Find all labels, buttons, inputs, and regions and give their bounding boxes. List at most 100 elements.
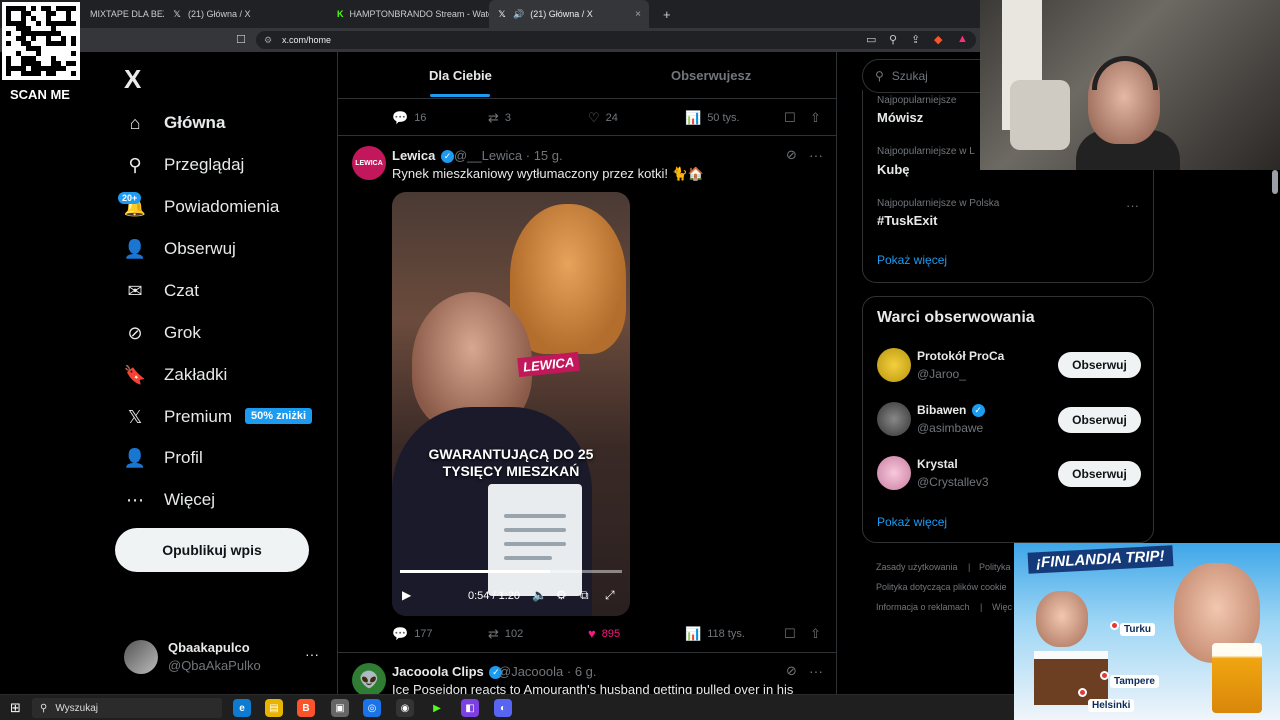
repost-button[interactable]: ⇄ 102 bbox=[488, 626, 523, 642]
edge-icon[interactable]: e bbox=[233, 699, 251, 717]
footer-link[interactable]: Polityka dotycząca plików cookie bbox=[876, 582, 1007, 592]
file-explorer-icon[interactable]: ▤ bbox=[265, 699, 283, 717]
user-name[interactable]: Qbaakapulco bbox=[168, 640, 250, 655]
new-tab-button[interactable]: + bbox=[663, 7, 671, 22]
share-button[interactable]: ⇧ bbox=[810, 626, 821, 642]
footer-link[interactable]: Informacja o reklamach bbox=[876, 602, 970, 612]
nav-chat[interactable]: ✉ Czat bbox=[124, 273, 199, 309]
footer-link[interactable]: Więc bbox=[992, 602, 1012, 612]
suggestion-name[interactable]: Bibawen ✓ bbox=[917, 403, 985, 418]
trend-item[interactable]: Kubę bbox=[877, 162, 910, 177]
app-icon[interactable]: ▣ bbox=[331, 699, 349, 717]
nav-notifications[interactable]: 🔔 Powiadomienia bbox=[124, 189, 280, 225]
trend-more-icon[interactable]: ··· bbox=[1126, 198, 1139, 213]
suggestion-name[interactable]: Protokół ProCa bbox=[917, 349, 1004, 363]
tweet-time[interactable]: 6 g. bbox=[575, 664, 597, 679]
suggestion-name[interactable]: Krystal bbox=[917, 457, 958, 471]
brave-rewards-icon[interactable]: ▲ bbox=[957, 33, 968, 45]
author-name: Jacooola Clips bbox=[392, 664, 484, 679]
account-menu-icon[interactable]: ··· bbox=[305, 646, 319, 662]
chrome-icon[interactable]: ◎ bbox=[363, 699, 381, 717]
twitch-icon[interactable]: ◧ bbox=[461, 699, 479, 717]
play-icon[interactable]: ▶ bbox=[402, 588, 411, 602]
tweet-author[interactable]: Lewica ✓ bbox=[392, 148, 454, 164]
trend-context: Najpopularniejsze bbox=[877, 95, 957, 106]
like-button[interactable]: ♥ 895 bbox=[588, 626, 620, 641]
trend-item[interactable]: Mówisz bbox=[877, 110, 923, 125]
more-options-icon[interactable]: ··· bbox=[809, 147, 823, 163]
reply-button[interactable]: 💬 16 bbox=[392, 110, 426, 126]
windows-start-icon[interactable]: ⊞ bbox=[10, 700, 21, 716]
tweet-avatar[interactable]: 👽 bbox=[352, 663, 386, 697]
browser-tab-2[interactable]: 𝕏 (21) Główna / X bbox=[164, 0, 329, 28]
premium-discount-badge[interactable]: 50% zniżki bbox=[245, 408, 313, 424]
tab-following[interactable]: Obserwujesz bbox=[671, 68, 751, 83]
nav-explore[interactable]: ⚲ Przeglądaj bbox=[124, 147, 244, 183]
brave-icon[interactable]: B bbox=[297, 699, 315, 717]
user-avatar[interactable] bbox=[124, 640, 158, 674]
tweet-avatar[interactable]: LEWICA bbox=[352, 146, 386, 180]
kick-icon[interactable]: ▶ bbox=[428, 699, 446, 717]
browser-tab-1[interactable]: MIXTAPE DLA BEZRO bbox=[82, 0, 164, 28]
grok-explain-icon[interactable]: ⊘ bbox=[786, 147, 797, 163]
video-caption: GWARANTUJĄCĄ DO 25 TYSIĘCY MIESZKAŃ bbox=[428, 446, 594, 479]
trend-item[interactable]: #TuskExit bbox=[877, 213, 937, 228]
pip-icon[interactable]: ⧉ bbox=[580, 588, 589, 603]
post-button[interactable]: Opublikuj wpis bbox=[115, 528, 309, 572]
nav-premium[interactable]: 𝕏 Premium bbox=[124, 399, 232, 435]
suggestion-avatar[interactable] bbox=[877, 456, 911, 490]
show-more-trends-link[interactable]: Pokaż więcej bbox=[877, 253, 947, 267]
reply-button[interactable]: 💬 177 bbox=[392, 626, 433, 642]
fullscreen-icon[interactable]: ⤢ bbox=[605, 588, 615, 603]
nav-label: Główna bbox=[164, 113, 226, 132]
nav-follow[interactable]: 👤 Obserwuj bbox=[124, 231, 236, 267]
settings-icon[interactable]: ⚙ bbox=[556, 588, 567, 602]
suggestion-handle: @Jaroo_ bbox=[917, 367, 966, 381]
obs-icon[interactable]: ◉ bbox=[396, 699, 414, 717]
bookmark-button[interactable]: ☐ bbox=[784, 626, 796, 642]
video-progress-bar[interactable] bbox=[400, 570, 622, 573]
suggestion-avatar[interactable] bbox=[877, 402, 911, 436]
x-logo-icon[interactable]: X bbox=[124, 64, 141, 95]
suggestion-avatar[interactable] bbox=[877, 348, 911, 382]
grok-explain-icon[interactable]: ⊘ bbox=[786, 663, 797, 679]
bookmark-button[interactable]: ☐ bbox=[784, 110, 796, 126]
views-button[interactable]: 📊 118 tys. bbox=[685, 626, 745, 642]
tab-for-you[interactable]: Dla Ciebie bbox=[429, 68, 492, 83]
zoom-icon[interactable]: ⚲ bbox=[889, 33, 897, 46]
more-circle-icon: ⋯ bbox=[126, 489, 144, 510]
follow-button[interactable]: Obserwuj bbox=[1058, 352, 1141, 378]
taskbar-search[interactable]: ⚲ Wyszukaj bbox=[32, 698, 222, 718]
tweet-author[interactable]: Jacooola Clips ✓ bbox=[392, 664, 503, 680]
nav-profile[interactable]: 👤 Profil bbox=[124, 440, 203, 476]
bookmark-icon: ☐ bbox=[784, 110, 796, 125]
site-info-icon[interactable]: ⚙ bbox=[264, 35, 272, 46]
discord-icon[interactable]: ◐ bbox=[494, 699, 512, 717]
divider bbox=[338, 135, 836, 136]
volume-icon[interactable]: 🔈 bbox=[532, 588, 547, 602]
nav-grok[interactable]: ⊘ Grok bbox=[124, 315, 200, 351]
browser-tab-3[interactable]: K HAMPTONBRANDO Stream - Watch bbox=[329, 0, 489, 28]
follow-button[interactable]: Obserwuj bbox=[1058, 461, 1141, 487]
nav-bookmarks[interactable]: 🔖 Zakładki bbox=[124, 357, 228, 393]
screen-icon[interactable]: ▭ bbox=[866, 33, 876, 46]
repost-button[interactable]: ⇄ 3 bbox=[488, 110, 511, 126]
share-button[interactable]: ⇧ bbox=[810, 110, 821, 126]
footer-link[interactable]: Zasady użytkowania bbox=[876, 562, 958, 572]
views-button[interactable]: 📊 50 tys. bbox=[685, 110, 740, 126]
show-more-suggestions-link[interactable]: Pokaż więcej bbox=[877, 515, 947, 529]
nav-home[interactable]: ⌂ Główna bbox=[124, 105, 226, 141]
brave-shield-icon[interactable]: ◆ bbox=[934, 33, 942, 46]
footer-link[interactable]: Polityka bbox=[979, 562, 1011, 572]
nav-more[interactable]: ⋯ Więcej bbox=[124, 482, 215, 518]
bookmark-icon[interactable]: ☐ bbox=[236, 33, 246, 46]
more-options-icon[interactable]: ··· bbox=[809, 663, 823, 679]
follow-button[interactable]: Obserwuj bbox=[1058, 407, 1141, 433]
scrollbar[interactable] bbox=[1272, 170, 1278, 194]
tweet-time[interactable]: 15 g. bbox=[534, 148, 563, 163]
share-icon[interactable]: ⇪ bbox=[911, 33, 920, 46]
browser-tab-4[interactable]: 𝕏 🔊 (21) Główna / X × bbox=[489, 0, 649, 28]
like-button[interactable]: ♡ 24 bbox=[588, 110, 618, 126]
tweet-video[interactable]: LEWICA GWARANTUJĄCĄ DO 25 TYSIĘCY MIESZK… bbox=[392, 192, 630, 616]
close-tab-icon[interactable]: × bbox=[635, 9, 641, 20]
